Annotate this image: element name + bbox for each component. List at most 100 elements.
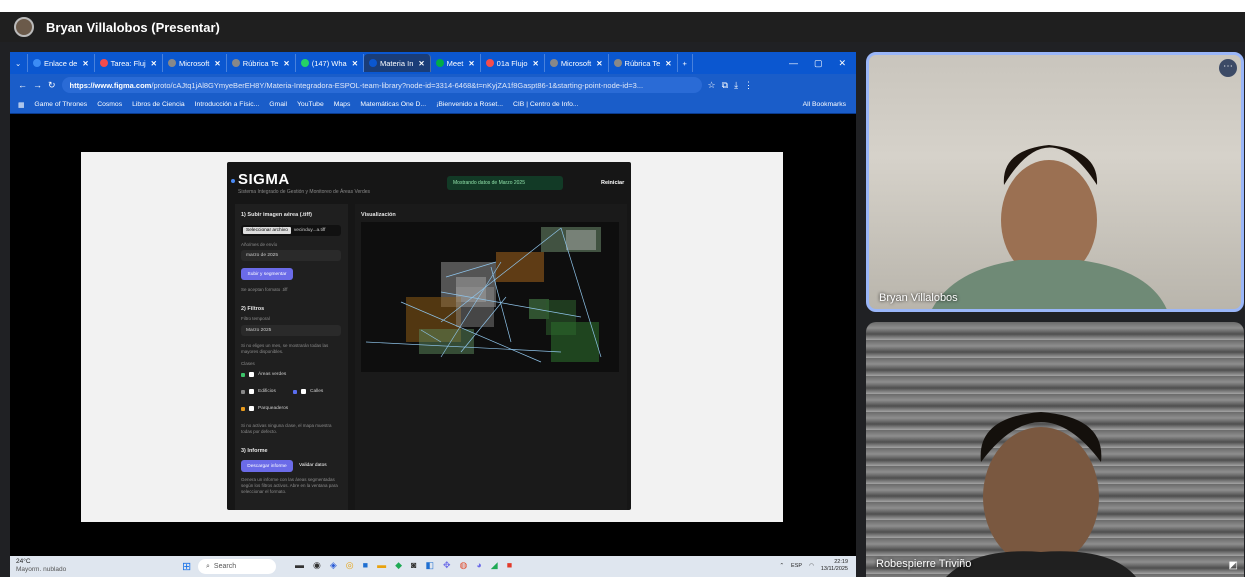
app-icon[interactable]: ◍ [460, 560, 468, 571]
presenter-avatar [14, 17, 34, 37]
close-tab-icon[interactable]: ✕ [82, 59, 88, 68]
download-report-button[interactable]: Descargar informe [241, 460, 293, 472]
app-icon[interactable]: ◕ [476, 560, 481, 571]
date-input[interactable]: marzo de 2025 [241, 250, 341, 261]
tab-favicon-icon [231, 59, 240, 67]
bookmark-item[interactable]: Cosmos [97, 101, 122, 108]
minimize-icon[interactable]: — [789, 58, 798, 69]
tab-favicon-icon [33, 59, 41, 67]
app-icon[interactable]: ◧ [425, 560, 434, 571]
class-streets[interactable]: Calles [293, 389, 323, 394]
close-tab-icon[interactable]: ✕ [533, 59, 539, 68]
reset-button[interactable]: Reiniciar [601, 180, 624, 186]
figma-prototype-canvas: SIGMA Sistema Integrado de Gestión y Mon… [81, 152, 783, 522]
app-icon[interactable]: ◆ [395, 560, 402, 571]
file-explorer-icon[interactable]: ▬ [377, 560, 386, 571]
forward-icon[interactable]: → [33, 80, 42, 90]
app-icon[interactable]: ◙ [411, 560, 416, 571]
choose-file-button[interactable]: Seleccionar archivo [243, 227, 291, 234]
bookmark-item[interactable]: YouTube [297, 101, 324, 108]
apps-icon[interactable]: ▦ [18, 101, 24, 109]
browser-tab[interactable]: Materia In ✕ [364, 54, 431, 72]
participant-tile-bryan[interactable]: ⋯ Bryan Villalobos [866, 52, 1244, 312]
url-field[interactable]: https://www.figma.com/proto/cAJtq1jAl8GY… [61, 77, 702, 93]
wifi-icon[interactable]: ◠ [809, 563, 814, 569]
upload-segment-button[interactable]: Subir y segmentar [241, 268, 293, 280]
browser-tab[interactable]: (147) Wha ✕ [296, 54, 365, 72]
close-tab-icon[interactable]: ✕ [283, 59, 289, 68]
close-tab-icon[interactable]: ✕ [418, 59, 424, 68]
chevron-up-icon[interactable]: ⌃ [779, 563, 784, 569]
bookmark-item[interactable]: Game of Thrones [34, 101, 87, 108]
bookmark-item[interactable]: Maps [334, 101, 351, 108]
browser-tab[interactable]: Rúbrica Te ✕ [227, 54, 296, 72]
back-icon[interactable]: ← [18, 80, 27, 90]
browser-tab[interactable]: Microsoft ✕ [545, 54, 609, 72]
reload-icon[interactable]: ↻ [48, 80, 56, 91]
taskbar-apps: ▬ ◉ ◈ ◎ ■ ▬ ◆ ◙ ◧ ✥ ◍ ◕ ◢ ■ [295, 560, 512, 571]
more-options-icon[interactable]: ⋯ [1219, 59, 1237, 77]
menu-icon[interactable]: ⋮ [744, 80, 753, 91]
month-select[interactable]: Marzo 2025 [241, 325, 341, 336]
new-tab-button[interactable]: + [678, 54, 693, 72]
chrome-icon[interactable]: ◎ [346, 560, 354, 571]
visualization-title: Visualización [361, 212, 396, 218]
app-icon[interactable]: ◉ [313, 560, 321, 571]
app-icon[interactable]: ■ [363, 560, 368, 571]
app-icon[interactable]: ◈ [330, 560, 337, 571]
clock[interactable]: 22:19 13/11/2025 [821, 559, 848, 573]
browser-tab[interactable]: Rúbrica Te ✕ [609, 54, 678, 72]
close-tab-icon[interactable]: ✕ [665, 59, 671, 68]
close-window-icon[interactable]: ✕ [838, 58, 846, 69]
bookmark-item[interactable]: Matemáticas One D... [360, 101, 426, 108]
maximize-icon[interactable]: ▢ [814, 58, 823, 69]
meet-header: Bryan Villalobos (Presentar) [0, 12, 1245, 42]
star-icon[interactable]: ☆ [708, 80, 716, 91]
app-icon[interactable]: ◢ [491, 560, 498, 571]
weather-widget[interactable]: 24°C Mayorm. nublado [16, 558, 66, 574]
close-tab-icon[interactable]: ✕ [151, 59, 157, 68]
close-tab-icon[interactable]: ✕ [352, 59, 358, 68]
app-icon[interactable]: ✥ [443, 560, 451, 571]
browser-tab[interactable]: Enlace de ✕ [28, 54, 95, 72]
close-tab-icon[interactable]: ✕ [468, 59, 474, 68]
bookmark-item[interactable]: Libros de Ciencia [132, 101, 185, 108]
taskbar-search[interactable]: ⌕ Search [198, 559, 276, 574]
pdf-icon[interactable]: ■ [507, 560, 512, 571]
bookmark-item[interactable]: Introducción a Físic... [195, 101, 260, 108]
lang-indicator[interactable]: ESP [791, 563, 802, 569]
browser-tab[interactable]: Microsoft ✕ [163, 54, 227, 72]
class-green-areas[interactable]: Áreas verdes [241, 372, 286, 377]
class-buildings[interactable]: Edificios [241, 389, 276, 394]
extensions-icon[interactable]: ⧉ [722, 80, 728, 91]
tab-search-icon[interactable]: ⌄ [10, 54, 28, 72]
download-icon[interactable]: ⤓ [734, 80, 738, 91]
url-domain: https://www.figma.com [69, 80, 152, 90]
task-view-icon[interactable]: ▬ [295, 560, 304, 571]
participant-video-bryan [932, 145, 1167, 309]
validate-data-button[interactable]: Validar datos [299, 463, 327, 468]
segmentation-map [361, 222, 619, 372]
all-bookmarks[interactable]: All Bookmarks [803, 101, 846, 108]
browser-tab[interactable]: Tarea: Fluj ✕ [95, 54, 163, 72]
classes-label: Clases [241, 361, 255, 366]
browser-tab[interactable]: Meet ✕ [431, 54, 481, 72]
browser-tab[interactable]: 01a Flujo ✕ [481, 54, 545, 72]
class-parking[interactable]: Parqueaderos [241, 406, 288, 411]
url-path: /proto/cAJtq1jAl8GYmyeBerEH8Y/Materia-In… [151, 80, 644, 90]
tab-favicon-icon [369, 59, 378, 67]
bookmarks-bar: ▦ Game of Thrones Cosmos Libros de Ciencia… [10, 96, 856, 114]
pin-icon[interactable]: ◩ [1229, 560, 1238, 571]
bookmark-item[interactable]: ¡Bienvenido a Roset... [436, 101, 503, 108]
close-tab-icon[interactable]: ✕ [596, 59, 602, 68]
shared-screen: ⌄ Enlace de ✕ Tarea: Fluj ✕ Microsoft ✕ Rúbric… [10, 52, 856, 577]
bookmark-item[interactable]: CIB | Centro de Info... [513, 101, 579, 108]
close-tab-icon[interactable]: ✕ [214, 59, 220, 68]
participant-tile-robespierre[interactable]: Robespierre Triviño ◩ [866, 322, 1244, 577]
control-panel: 1) Subir imagen aérea (.tiff) Selecciona… [235, 204, 348, 510]
participant-name: Robespierre Triviño [876, 558, 972, 570]
app-subtitle: Sistema Integrado de Gestión y Monitoreo… [238, 189, 371, 195]
file-picker[interactable]: Seleccionar archivo vecinduy...a.tiff [241, 225, 341, 236]
bookmark-item[interactable]: Gmail [269, 101, 287, 108]
windows-start-icon[interactable]: ⊞ [182, 560, 191, 573]
